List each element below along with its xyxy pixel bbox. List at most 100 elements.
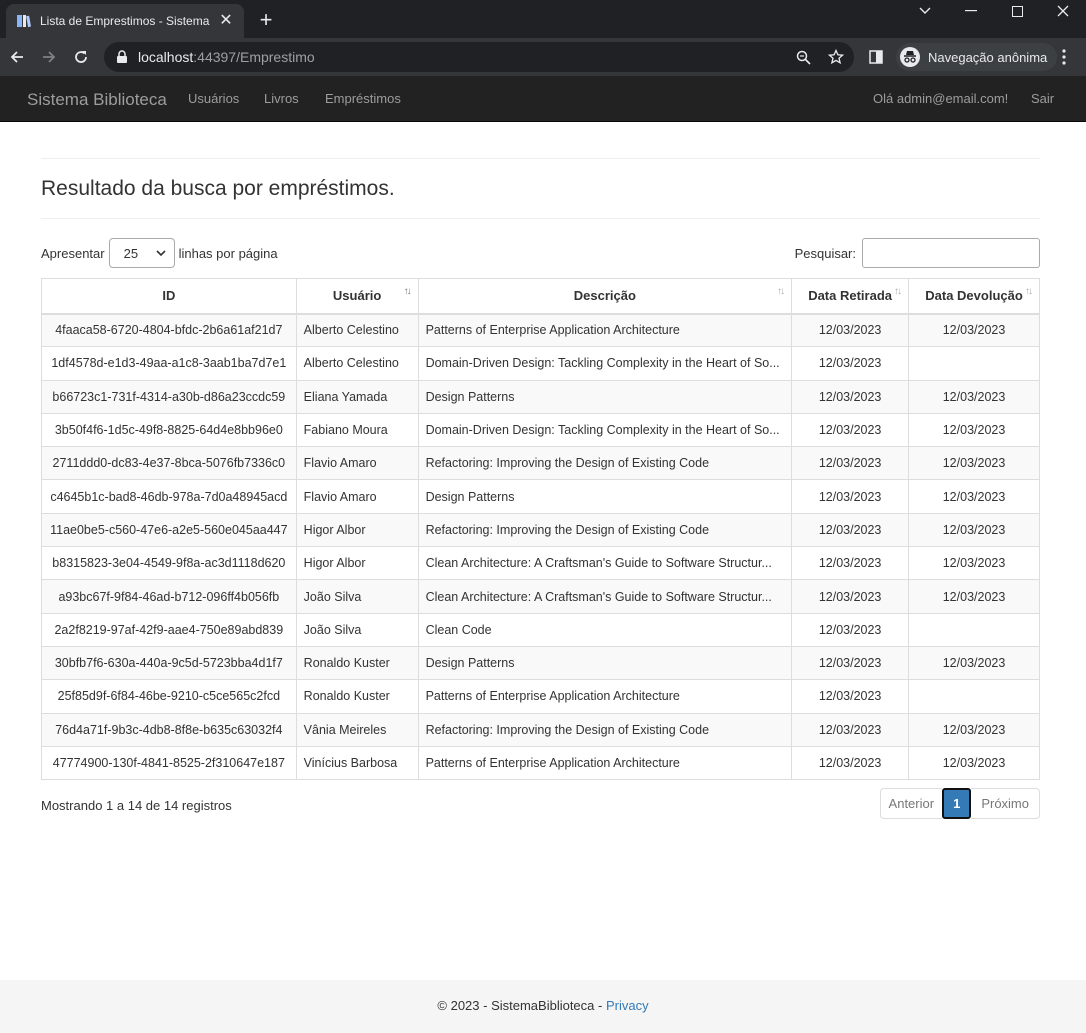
table-row: 2711ddd0-dc83-4e37-8bca-5076fb7336c0 Flav…: [41, 446, 1040, 481]
cell-descricao: Refactoring: Improving the Design of Exi…: [417, 512, 793, 548]
minimize-icon[interactable]: [948, 0, 994, 22]
table-row: 11ae0be5-c560-47e6-a2e5-560e045aa447 Higo…: [41, 512, 1040, 548]
cell-data-devolucao: [908, 679, 1040, 714]
page-length-select[interactable]: 25: [108, 238, 175, 268]
close-window-icon[interactable]: [1040, 0, 1086, 22]
cell-data-retirada: 12/03/2023: [791, 379, 910, 414]
cell-descricao: Clean Architecture: A Craftsman's Guide …: [417, 579, 793, 614]
column-header-label: ID: [162, 288, 176, 304]
incognito-indicator[interactable]: Navegação anônima: [896, 43, 1058, 71]
divider: [41, 218, 1040, 219]
loans-table: ID Usuário ↑↓ Descrição ↑↓ Data Retirada ↑↓…: [41, 278, 1040, 781]
new-tab-icon[interactable]: +: [254, 8, 278, 32]
pagination-next-button[interactable]: Próximo: [971, 788, 1040, 819]
navbar-brand[interactable]: Sistema Biblioteca: [27, 90, 167, 110]
address-bar[interactable]: localhost:44397/Emprestimo: [104, 42, 854, 72]
zoom-icon[interactable]: [796, 50, 811, 65]
page-footer: © 2023 - SistemaBiblioteca - Privacy: [0, 980, 1086, 1033]
tab-search-icon[interactable]: [902, 0, 948, 22]
nav-link-emprestimos[interactable]: Empréstimos: [325, 91, 401, 106]
cell-id: 11ae0be5-c560-47e6-a2e5-560e045aa447: [41, 512, 297, 548]
cell-data-retirada: 12/03/2023: [791, 512, 910, 548]
table-body: 4faaca58-6720-4804-bfdc-2b6a61af21d7 Albe…: [41, 312, 1040, 781]
sort-icon: ↑↓: [894, 286, 902, 297]
pagination-previous-button[interactable]: Anterior: [879, 788, 943, 819]
table-row: 3b50f4f6-1d5c-49f8-8825-64d4e8bb96e0 Fabi…: [41, 412, 1040, 448]
cell-descricao: Design Patterns: [417, 479, 793, 514]
privacy-link[interactable]: Privacy: [606, 998, 649, 1013]
sort-icon: ↑↓: [1025, 286, 1033, 297]
page-length-control: Apresentar 25 linhas por página: [41, 238, 278, 268]
cell-usuario: Flavio Amaro: [295, 446, 419, 481]
cell-data-devolucao: 12/03/2023: [908, 745, 1040, 781]
column-header-usuario[interactable]: Usuário ↑↓: [295, 278, 419, 315]
search-label: Pesquisar:: [794, 245, 856, 261]
forward-icon[interactable]: [33, 41, 65, 73]
cell-descricao: Design Patterns: [417, 379, 793, 414]
cell-descricao: Design Patterns: [417, 645, 793, 681]
nav-link-usuarios[interactable]: Usuários: [188, 91, 239, 106]
cell-id: a93bc67f-9f84-46ad-b712-096ff4b056fb: [41, 579, 297, 614]
cell-usuario: Flavio Amaro: [295, 479, 419, 514]
cell-data-devolucao: 12/03/2023: [908, 579, 1040, 614]
cell-data-retirada: 12/03/2023: [791, 312, 910, 348]
cell-data-devolucao: 12/03/2023: [908, 645, 1040, 681]
cell-data-retirada: 12/03/2023: [791, 546, 910, 581]
side-panel-icon[interactable]: [860, 41, 892, 73]
nav-link-livros[interactable]: Livros: [264, 91, 299, 106]
close-tab-icon[interactable]: ✕: [218, 13, 234, 29]
sort-icon: ↑↓: [777, 286, 785, 297]
cell-usuario: Eliana Yamada: [295, 379, 419, 414]
column-header-descricao[interactable]: Descrição ↑↓: [417, 278, 793, 315]
cell-data-devolucao: 12/03/2023: [908, 546, 1040, 581]
table-row: b66723c1-731f-4314-a30b-d86a23ccdc59 Elia…: [41, 379, 1040, 414]
browser-tab[interactable]: Lista de Emprestimos - Sistema B ✕: [6, 4, 244, 38]
cell-id: 30bfb7f6-630a-440a-9c5d-5723bba4d1f7: [41, 645, 297, 681]
tab-title: Lista de Emprestimos - Sistema B: [40, 14, 212, 28]
nav-logout-link[interactable]: Sair: [1031, 91, 1054, 106]
cell-data-devolucao: 12/03/2023: [908, 446, 1040, 481]
column-header-data-devolucao[interactable]: Data Devolução ↑↓: [908, 278, 1040, 315]
cell-descricao: Domain-Driven Design: Tackling Complexit…: [417, 346, 793, 381]
bookmark-star-icon[interactable]: [828, 49, 844, 65]
table-row: 30bfb7f6-630a-440a-9c5d-5723bba4d1f7 Rona…: [41, 645, 1040, 681]
footer-copyright: © 2023 - SistemaBiblioteca -: [437, 998, 606, 1013]
cell-data-retirada: 12/03/2023: [791, 745, 910, 781]
divider: [41, 158, 1040, 159]
table-row: 1df4578d-e1d3-49aa-a1c8-3aab1ba7d7e1 Albe…: [41, 346, 1040, 381]
column-header-label: Descrição: [573, 288, 636, 304]
browser-menu-icon[interactable]: [1048, 41, 1080, 73]
table-row: a93bc67f-9f84-46ad-b712-096ff4b056fb João…: [41, 579, 1040, 614]
cell-descricao: Patterns of Enterprise Application Archi…: [417, 745, 793, 781]
cell-id: 1df4578d-e1d3-49aa-a1c8-3aab1ba7d7e1: [41, 346, 297, 381]
column-header-data-retirada[interactable]: Data Retirada ↑↓: [791, 278, 910, 315]
cell-id: 47774900-130f-4841-8525-2f310647e187: [41, 745, 297, 781]
cell-id: 25f85d9f-6f84-46be-9210-c5ce565c2fcd: [41, 679, 297, 714]
cell-id: 3b50f4f6-1d5c-49f8-8825-64d4e8bb96e0: [41, 412, 297, 448]
incognito-icon: [900, 47, 920, 67]
cell-usuario: Vânia Meireles: [295, 712, 419, 747]
back-icon[interactable]: [1, 41, 33, 73]
cell-data-retirada: 12/03/2023: [791, 645, 910, 681]
maximize-icon[interactable]: [994, 0, 1040, 22]
table-header-row: ID Usuário ↑↓ Descrição ↑↓ Data Retirada ↑↓…: [41, 278, 1040, 315]
cell-usuario: Higor Albor: [295, 512, 419, 548]
nav-user-greeting[interactable]: Olá admin@email.com!: [873, 91, 1008, 106]
cell-data-devolucao: 12/03/2023: [908, 379, 1040, 414]
cell-id: 4faaca58-6720-4804-bfdc-2b6a61af21d7: [41, 312, 297, 348]
url-host: localhost: [138, 49, 194, 65]
table-row: c4645b1c-bad8-46db-978a-7d0a48945acd Flav…: [41, 479, 1040, 514]
search-input[interactable]: [862, 238, 1040, 268]
cell-descricao: Domain-Driven Design: Tackling Complexit…: [417, 412, 793, 448]
cell-data-retirada: 12/03/2023: [791, 579, 910, 614]
table-row: b8315823-3e04-4549-9f8a-ac3d1118d620 Higo…: [41, 546, 1040, 581]
pagination-page-button[interactable]: 1: [942, 788, 972, 819]
reload-icon[interactable]: [65, 41, 97, 73]
cell-data-devolucao: [908, 346, 1040, 381]
cell-data-devolucao: [908, 612, 1040, 647]
cell-descricao: Refactoring: Improving the Design of Exi…: [417, 712, 793, 747]
column-header-id[interactable]: ID: [41, 278, 297, 315]
cell-id: b8315823-3e04-4549-9f8a-ac3d1118d620: [41, 546, 297, 581]
cell-data-devolucao: 12/03/2023: [908, 412, 1040, 448]
cell-data-devolucao: 12/03/2023: [908, 512, 1040, 548]
